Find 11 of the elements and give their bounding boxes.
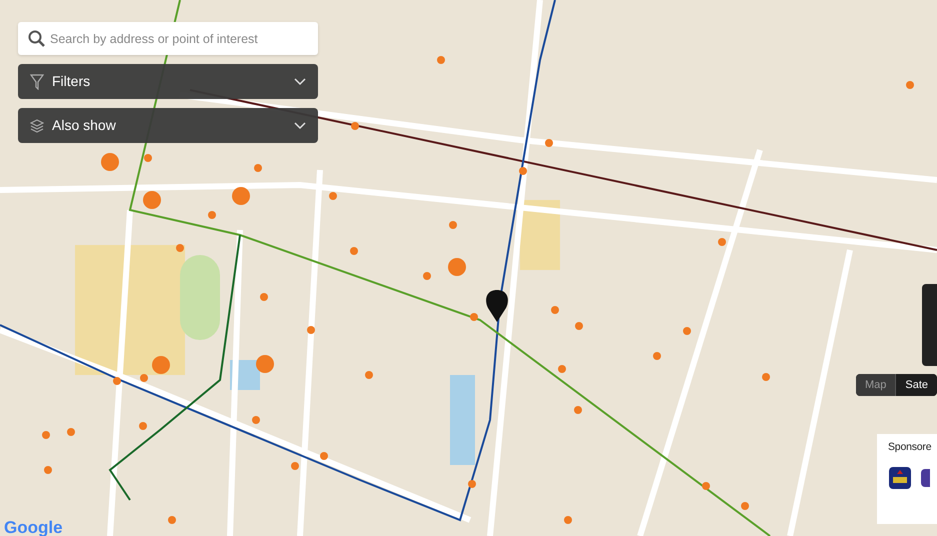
sponsored-label: Sponsore	[888, 440, 932, 455]
chevron-down-icon	[294, 78, 306, 86]
chevron-down-icon	[294, 122, 306, 130]
layers-icon	[30, 118, 44, 134]
map-type-tab[interactable]: Sate	[895, 374, 937, 396]
filter-icon	[30, 74, 44, 90]
map-type-tab[interactable]: Map	[856, 374, 896, 396]
dropdown-panel[interactable]: Filters	[18, 64, 318, 99]
dropdown-panel[interactable]: Also show	[18, 108, 318, 143]
search-icon	[28, 30, 46, 48]
search-field[interactable]: Search by address or point of interest	[18, 22, 318, 55]
